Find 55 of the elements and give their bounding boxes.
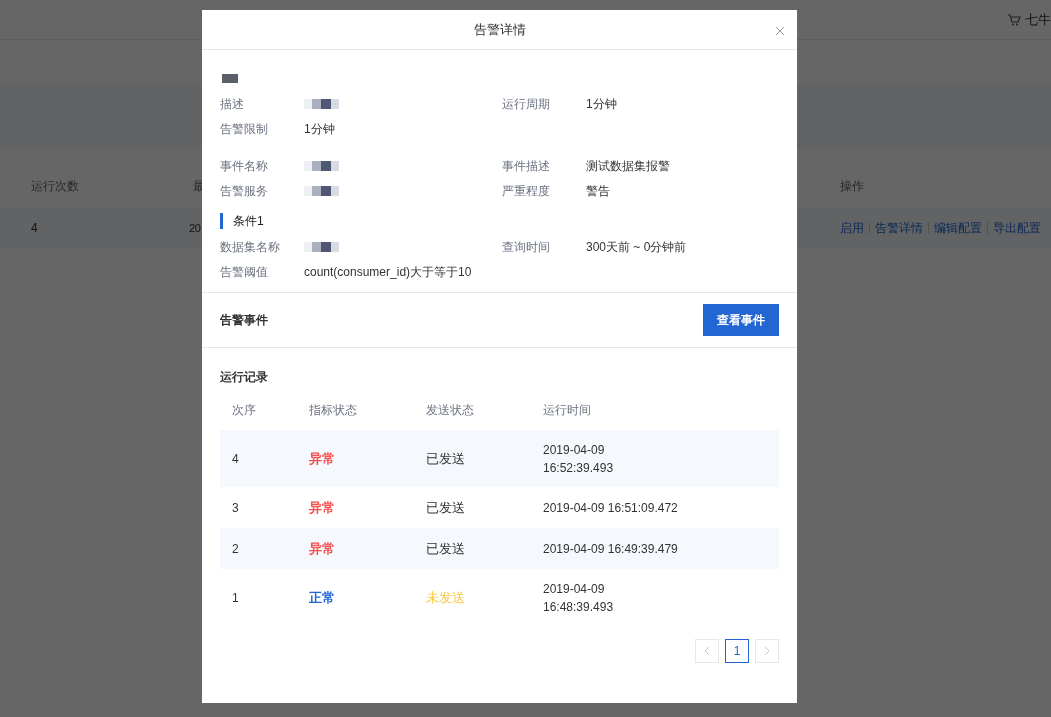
- table-cell-text: 4: [232, 450, 239, 468]
- table-cell-text: 2019-04-09 16:49:39.479: [543, 540, 678, 558]
- metric-status: 异常: [309, 539, 335, 558]
- field-label: 严重程度: [502, 182, 551, 200]
- metric-status: 异常: [309, 449, 335, 468]
- field-label: 告警服务: [220, 182, 269, 200]
- action-link[interactable]: 告警详情: [875, 218, 923, 237]
- field-label: 事件名称: [220, 157, 269, 175]
- field-label: 运行周期: [502, 95, 551, 113]
- table-cell-text: 2019-04-09 16:52:39.493: [543, 441, 614, 477]
- send-status: 已发送: [426, 449, 465, 468]
- metric-status: 正常: [309, 588, 335, 607]
- brand-name[interactable]: 七牛: [1025, 9, 1051, 30]
- field-label: 描述: [220, 95, 245, 113]
- section-title: 告警事件: [220, 312, 268, 329]
- column-header: 发送状态: [426, 402, 475, 419]
- column-header: 运行次数: [31, 178, 80, 195]
- field-value: count(consumer_id)大于等于10: [304, 263, 472, 281]
- field-value: 1分钟: [586, 95, 617, 113]
- field-label: 查询时间: [502, 238, 551, 256]
- page-button[interactable]: 1: [725, 639, 749, 663]
- send-status: 已发送: [426, 498, 465, 517]
- action-link[interactable]: 启用: [840, 218, 864, 237]
- condition-title: 条件1: [233, 213, 264, 230]
- send-status: 未发送: [426, 588, 465, 607]
- table-cell-text: 2019-04-09 16:51:09.472: [543, 499, 678, 517]
- action-link[interactable]: 导出配置: [993, 218, 1041, 237]
- chevron-right-icon: [764, 646, 770, 656]
- field-value: 测试数据集报警: [586, 157, 670, 175]
- field-value: 300天前 ~ 0分钟前: [586, 238, 687, 256]
- dialog-title: 告警详情: [473, 20, 526, 39]
- table-cell: 20: [189, 221, 201, 234]
- send-status: 已发送: [426, 539, 465, 558]
- field-label: 事件描述: [502, 157, 551, 175]
- section-title: 运行记录: [220, 369, 268, 386]
- field-label: 告警限制: [220, 120, 269, 138]
- table-cell-text: 2: [232, 540, 239, 558]
- field-label: 数据集名称: [220, 238, 281, 256]
- field-label: 告警阈值: [220, 263, 269, 281]
- cart-icon[interactable]: [1007, 13, 1021, 26]
- field-value: 警告: [586, 182, 610, 200]
- table-cell-text: 2019-04-09 16:48:39.493: [543, 580, 614, 616]
- column-header: 操作: [840, 178, 864, 195]
- view-events-button[interactable]: 查看事件: [703, 304, 779, 336]
- field-value: 1分钟: [304, 120, 335, 138]
- column-header: 次序: [232, 402, 257, 419]
- close-icon[interactable]: [775, 26, 785, 36]
- table-cell-text: 4: [31, 219, 39, 237]
- action-link[interactable]: 编辑配置: [934, 218, 982, 237]
- table-cell-text: 1: [232, 589, 239, 607]
- metric-status: 异常: [309, 498, 335, 517]
- chevron-left-icon: [704, 646, 710, 656]
- table-cell-text: 3: [232, 499, 239, 517]
- column-header: 运行时间: [543, 402, 592, 419]
- column-header: 指标状态: [309, 402, 358, 419]
